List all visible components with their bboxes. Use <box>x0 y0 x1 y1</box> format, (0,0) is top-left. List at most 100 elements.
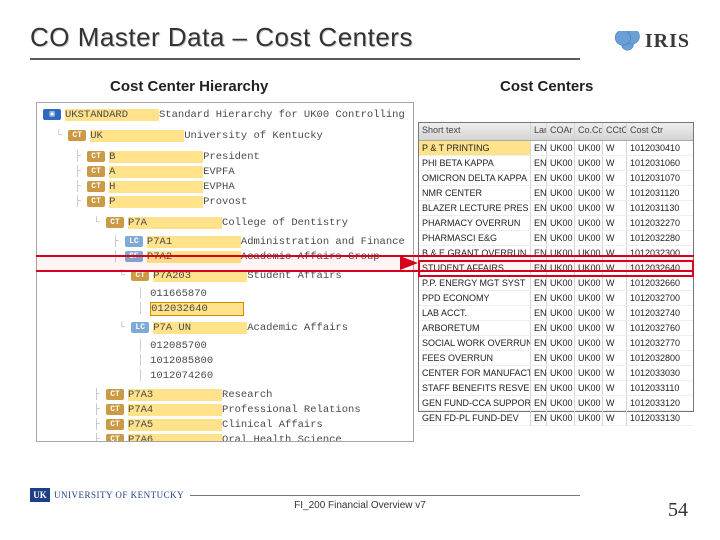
cell-shorttext: PHARMACY OVERRUN <box>419 216 531 230</box>
tree-code: A <box>109 166 203 178</box>
cell-coar: UK00 <box>547 171 575 185</box>
tree-group[interactable]: ├ CTBPresident <box>43 149 407 164</box>
tree-code: P7A6 <box>128 434 222 443</box>
th-coar[interactable]: COAr <box>547 123 575 140</box>
cell-costctr: 1012032300 <box>627 246 685 260</box>
th-cctc[interactable]: CCtC <box>603 123 627 140</box>
cell-shorttext: NMR CENTER <box>419 186 531 200</box>
tree-code: 1012085800 <box>150 355 244 367</box>
cell-cctc: W <box>603 336 627 350</box>
tree-desc: Academic Affairs <box>247 322 348 334</box>
tree-leaf[interactable]: │ 011665870 <box>43 286 407 301</box>
tree-code: UKSTANDARD <box>65 109 159 121</box>
table-row[interactable]: CENTER FOR MANUFACTRENUK00UK00W101203303… <box>419 366 693 381</box>
tree-group[interactable]: ├ CTP7A5Clinical Affairs <box>43 417 407 432</box>
tree-code: P <box>109 196 203 208</box>
table-row[interactable]: BLAZER LECTURE PRESENUK00UK00W1012031130 <box>419 201 693 216</box>
table-row[interactable]: STUDENT AFFAIRSENUK00UK00W1012032640 <box>419 261 693 276</box>
tree-desc: Provost <box>203 196 247 208</box>
subheading-hierarchy: Cost Center Hierarchy <box>110 78 268 95</box>
tree-root[interactable]: ▣ UKSTANDARD Standard Hierarchy for UK00… <box>43 107 407 122</box>
tree-p7a-un[interactable]: └ LC P7A UN Academic Affairs <box>43 320 407 335</box>
cell-shorttext: P & T PRINTING <box>419 141 531 155</box>
table-row[interactable]: P & T PRINTINGENUK00UK00W1012030410 <box>419 141 693 156</box>
tree-group[interactable]: ├ CTP7A6Oral Health Science <box>43 432 407 442</box>
tree-item[interactable]: ├ SFP7A2Academic Affairs Group <box>43 249 407 264</box>
tree-leaf[interactable]: │ 012032640 <box>43 301 407 316</box>
iris-logo-icon <box>615 31 641 53</box>
tree-item[interactable]: ├ LCP7A1Administration and Finance <box>43 234 407 249</box>
cell-costctr: 1012032800 <box>627 351 685 365</box>
tree-group[interactable]: ├ CTAEVPFA <box>43 164 407 179</box>
tree-code: P7A2 <box>147 251 241 263</box>
tree-code: P7A1 <box>147 236 241 248</box>
tree-uk[interactable]: └ CT UK University of Kentucky <box>43 128 407 143</box>
table-row[interactable]: GEN FUND-CCA SUPPORTENUK00UK00W101203312… <box>419 396 693 411</box>
cell-cocd: UK00 <box>575 141 603 155</box>
table-row[interactable]: PPD ECONOMYENUK00UK00W1012032700 <box>419 291 693 306</box>
tree-code: P7A5 <box>128 419 222 431</box>
table-row[interactable]: SOCIAL WORK OVERRUNENUK00UK00W1012032770 <box>419 336 693 351</box>
tree-code: 012085700 <box>150 340 244 352</box>
cell-costctr: 1012031070 <box>627 171 685 185</box>
cell-costctr: 1012032700 <box>627 291 685 305</box>
th-costctr[interactable]: Cost Ctr <box>627 123 685 140</box>
cell-lang: EN <box>531 306 547 320</box>
cell-shorttext: STUDENT AFFAIRS <box>419 261 531 275</box>
cell-costctr: 1012030410 <box>627 141 685 155</box>
cell-cctc: W <box>603 186 627 200</box>
table-row[interactable]: P.P. ENERGY MGT SYSTENUK00UK00W101203266… <box>419 276 693 291</box>
cell-cocd: UK00 <box>575 156 603 170</box>
costcenter-table[interactable]: Short text Language COAr Co.Cd CCtC Cost… <box>418 122 694 412</box>
cell-costctr: 1012032740 <box>627 306 685 320</box>
tree-code: P7A UN <box>153 322 247 334</box>
th-cocd[interactable]: Co.Cd <box>575 123 603 140</box>
tree-code: H <box>109 181 203 193</box>
tree-leaf[interactable]: │ 1012074260 <box>43 368 407 383</box>
table-row[interactable]: FEES OVERRUNENUK00UK00W1012032800 <box>419 351 693 366</box>
table-row[interactable]: GEN FD-PL FUND-DEVENUK00UK00W1012033130 <box>419 411 693 426</box>
cell-shorttext: CENTER FOR MANUFACTR <box>419 366 531 380</box>
table-row[interactable]: STAFF BENEFITS RESVEENUK00UK00W101203311… <box>419 381 693 396</box>
cell-coar: UK00 <box>547 336 575 350</box>
table-row[interactable]: NMR CENTERENUK00UK00W1012031120 <box>419 186 693 201</box>
th-lang[interactable]: Language <box>531 123 547 140</box>
tree-group[interactable]: ├ CTHEVPHA <box>43 179 407 194</box>
tree-group[interactable]: ├ CTP7A3Research <box>43 387 407 402</box>
table-row[interactable]: PHI BETA KAPPAENUK00UK00W1012031060 <box>419 156 693 171</box>
cell-lang: EN <box>531 171 547 185</box>
table-row[interactable]: B & E GRANT OVERRUNENUK00UK00W1012032300 <box>419 246 693 261</box>
cell-cctc: W <box>603 306 627 320</box>
cell-shorttext: STAFF BENEFITS RESVE <box>419 381 531 395</box>
cell-cocd: UK00 <box>575 186 603 200</box>
cell-costctr: 1012032640 <box>627 261 685 275</box>
cell-coar: UK00 <box>547 186 575 200</box>
iris-logo: IRIS <box>615 30 690 53</box>
tree-p7a203[interactable]: └ CT P7A203 Student Affairs <box>43 268 407 283</box>
cell-coar: UK00 <box>547 141 575 155</box>
cell-cocd: UK00 <box>575 351 603 365</box>
tree-group[interactable]: ├ CTP7A4Professional Relations <box>43 402 407 417</box>
cell-lang: EN <box>531 231 547 245</box>
tree-leaf[interactable]: │ 012085700 <box>43 338 407 353</box>
table-row[interactable]: LAB ACCT.ENUK00UK00W1012032740 <box>419 306 693 321</box>
th-shorttext[interactable]: Short text <box>419 123 531 140</box>
cell-cctc: W <box>603 261 627 275</box>
table-row[interactable]: PHARMASCI E&GENUK00UK00W1012032280 <box>419 231 693 246</box>
cell-cctc: W <box>603 231 627 245</box>
table-row[interactable]: ARBORETUMENUK00UK00W1012032760 <box>419 321 693 336</box>
hierarchy-tree[interactable]: ▣ UKSTANDARD Standard Hierarchy for UK00… <box>36 102 414 442</box>
cell-costctr: 1012031130 <box>627 201 685 215</box>
table-row[interactable]: PHARMACY OVERRUNENUK00UK00W1012032270 <box>419 216 693 231</box>
cell-shorttext: P.P. ENERGY MGT SYST <box>419 276 531 290</box>
cell-coar: UK00 <box>547 246 575 260</box>
cell-cctc: W <box>603 381 627 395</box>
tree-code: B <box>109 151 203 163</box>
tree-p7a[interactable]: └ CT P7A College of Dentistry <box>43 215 407 230</box>
tree-leaf[interactable]: │ 1012085800 <box>43 353 407 368</box>
tree-group[interactable]: ├ CTPProvost <box>43 194 407 209</box>
cell-coar: UK00 <box>547 201 575 215</box>
table-row[interactable]: OMICRON DELTA KAPPAENUK00UK00W1012031070 <box>419 171 693 186</box>
footer-center: FI_200 Financial Overview v7 <box>0 500 720 511</box>
tree-desc: EVPFA <box>203 166 235 178</box>
